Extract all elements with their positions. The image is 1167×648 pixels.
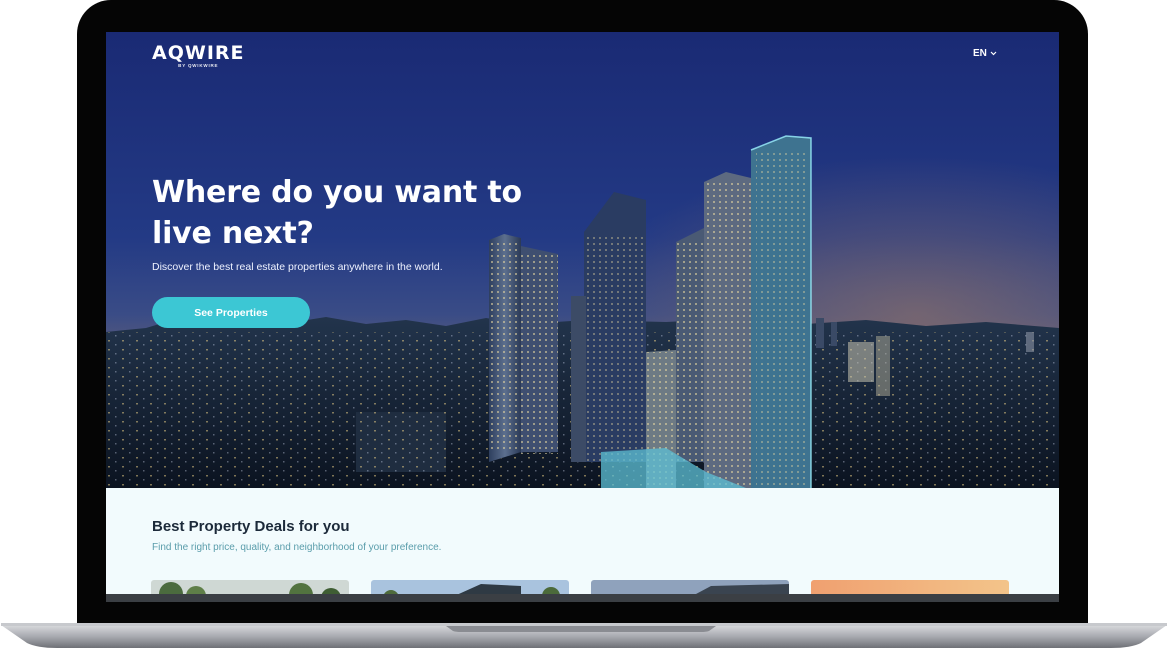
hero-headline: Where do you want to live next?: [152, 175, 522, 251]
brand-tagline: BY QWIKWIRE: [178, 63, 219, 68]
property-deals-section: Best Property Deals for you Find the rig…: [106, 488, 1059, 602]
laptop-base: [1, 623, 1167, 648]
city-skyline-image: [106, 32, 1059, 488]
browser-viewport: AQWIRE BY QWIKWIRE EN Where do you want …: [106, 32, 1059, 602]
section-subtitle: Find the right price, quality, and neigh…: [152, 542, 442, 553]
language-label: EN: [973, 48, 987, 59]
chevron-down-icon: [990, 51, 997, 56]
hero-section: AQWIRE BY QWIKWIRE EN Where do you want …: [106, 32, 1059, 488]
see-properties-button[interactable]: See Properties: [152, 297, 310, 328]
hero-subtitle: Discover the best real estate properties…: [152, 261, 443, 273]
section-title: Best Property Deals for you: [152, 518, 350, 535]
brand-logo[interactable]: AQWIRE BY QWIKWIRE: [152, 42, 245, 68]
screen-bottom-bezel: [106, 594, 1059, 602]
brand-name: AQWIRE: [152, 42, 245, 64]
language-selector[interactable]: EN: [973, 48, 997, 59]
